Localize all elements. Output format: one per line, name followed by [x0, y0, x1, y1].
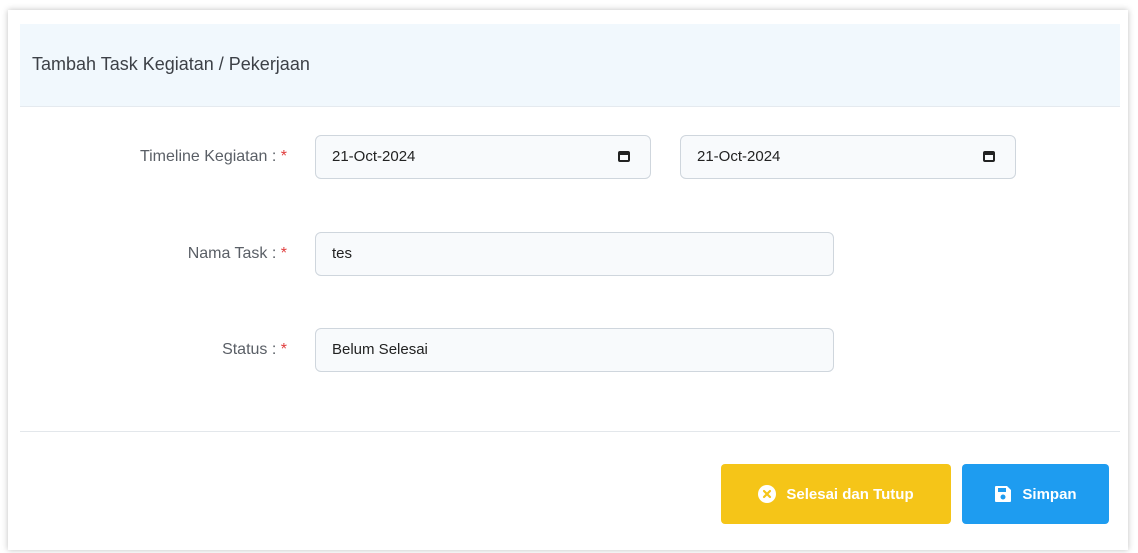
status-input[interactable]: Belum Selesai [315, 328, 834, 372]
close-circle-icon [758, 485, 777, 503]
task-name-label: Nama Task : [187, 245, 277, 262]
save-icon [994, 485, 1012, 503]
calendar-icon[interactable] [983, 151, 995, 162]
task-name-value: tes [332, 245, 353, 262]
page-title: Tambah Task Kegiatan / Pekerjaan [32, 54, 310, 74]
timeline-end-date-value: 21-Oct-2024 [697, 148, 781, 165]
required-mark: * [280, 341, 287, 358]
required-mark: * [280, 245, 287, 262]
save-label: Simpan [1022, 485, 1077, 503]
calendar-icon[interactable] [618, 151, 630, 162]
task-name-label-group: Nama Task : * [87, 245, 287, 263]
finish-and-close-button[interactable]: Selesai dan Tutup [721, 464, 951, 524]
task-name-input[interactable]: tes [315, 232, 834, 276]
timeline-label-group: Timeline Kegiatan : * [87, 148, 287, 166]
timeline-label: Timeline Kegiatan : [139, 148, 277, 165]
finish-and-close-label: Selesai dan Tutup [786, 485, 914, 503]
status-label: Status : [222, 341, 277, 358]
footer-divider [20, 431, 1120, 432]
required-mark: * [280, 148, 287, 165]
timeline-start-date-input[interactable]: 21-Oct-2024 [315, 135, 651, 179]
status-label-group: Status : * [87, 341, 287, 359]
timeline-start-date-value: 21-Oct-2024 [332, 148, 416, 165]
timeline-end-date-input[interactable]: 21-Oct-2024 [680, 135, 1016, 179]
card-header: Tambah Task Kegiatan / Pekerjaan [20, 24, 1120, 107]
save-button[interactable]: Simpan [962, 464, 1109, 524]
status-value: Belum Selesai [332, 341, 428, 358]
